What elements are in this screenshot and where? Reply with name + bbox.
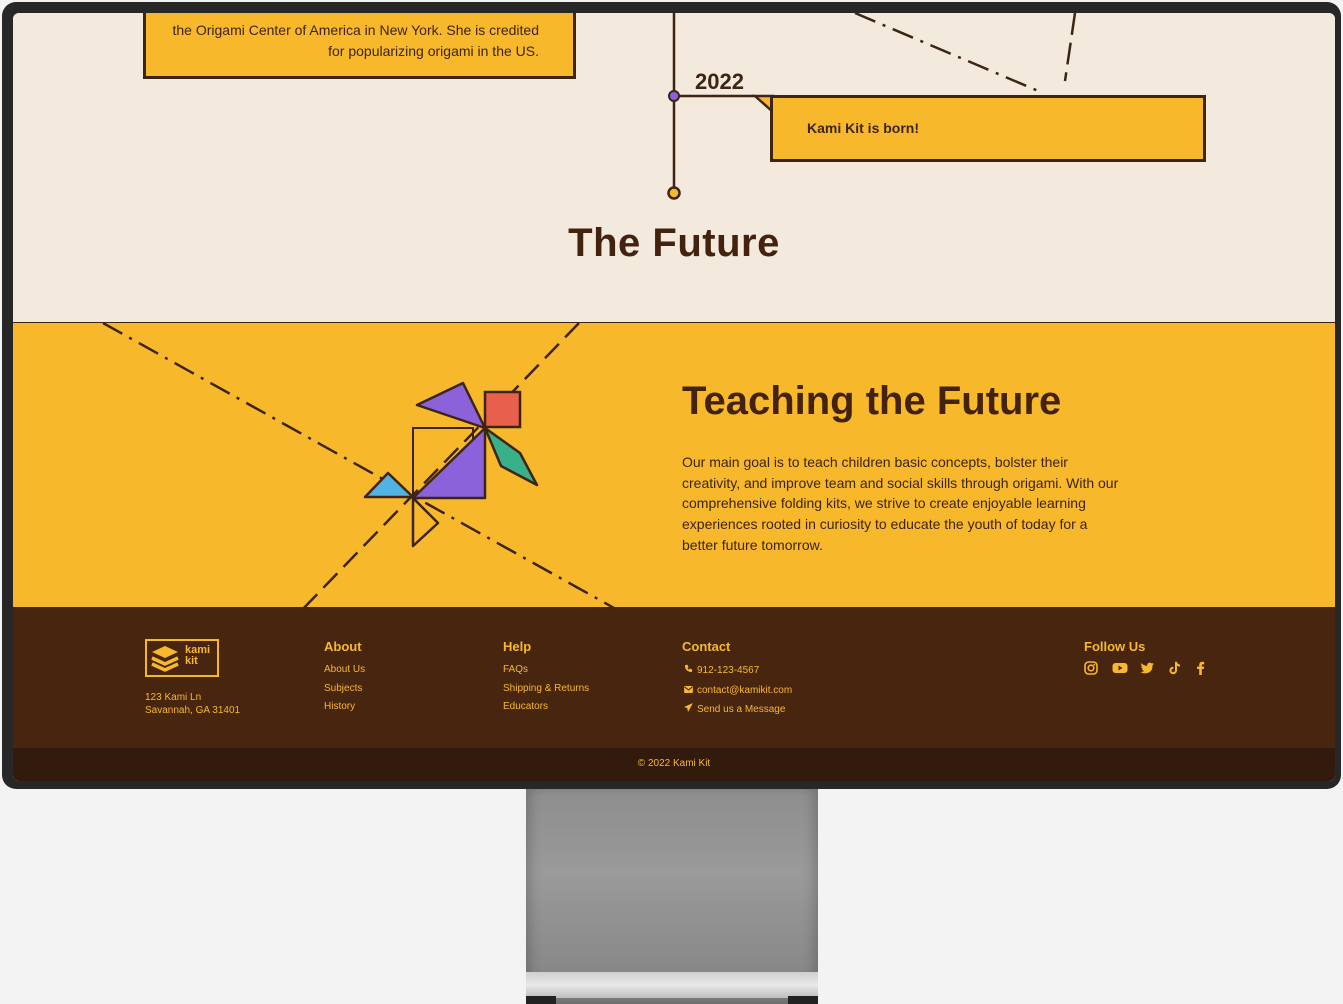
footer-follow-heading: Follow Us [1084,639,1146,654]
footer: kami kit 123 Kami Ln Savannah, GA 31401 … [13,607,1335,748]
footer-link-faqs[interactable]: FAQs [503,661,589,680]
footer-link-subjects[interactable]: Subjects [324,680,365,699]
address-line: 123 Kami Ln [145,692,202,703]
timeline-end-dot [667,186,681,200]
contact-phone-link[interactable]: 912-123-4567 [682,661,792,681]
monitor-foot-right [788,996,818,1004]
timeline-card-line: for popularizing origami in the US. [328,43,539,59]
contact-phone-text: 912-123-4567 [697,665,760,676]
tiktok-icon[interactable] [1168,661,1185,677]
timeline-card-2022: Kami Kit is born! [770,95,1206,162]
footer-contact-column: Contact 912-123-4567 contact@kamikit.com… [682,639,792,720]
instagram-icon[interactable] [1084,661,1101,677]
facebook-icon[interactable] [1196,661,1213,677]
footer-contact-heading: Contact [682,639,731,654]
contact-email-link[interactable]: contact@kamikit.com [682,681,792,701]
footer-about-heading: About [324,639,362,654]
layers-logo-icon [151,646,179,672]
address-line: Savannah, GA 31401 [145,705,241,716]
footer-help-column: Help FAQs Shipping & Returns Educators [503,639,589,717]
monitor-foot-left [526,996,556,1004]
footer-help-heading: Help [503,639,532,654]
footer-follow-column: Follow Us [1084,639,1145,661]
footer-link-about-us[interactable]: About Us [324,661,365,680]
timeline-card-text: Kami Kit is born! [807,120,920,136]
timeline-card-previous: the Origami Center of America in New Yor… [143,13,576,79]
timeline-card-line: the Origami Center of America in New Yor… [172,22,539,38]
future-heading: The Future [568,221,780,265]
footer-link-history[interactable]: History [324,698,365,717]
phone-icon [682,661,694,680]
monitor-stand-base [526,972,818,998]
twitter-icon[interactable] [1140,661,1157,677]
kami-kit-logo[interactable]: kami kit [145,639,219,677]
teaching-description: Our main goal is to teach children basic… [682,454,1119,553]
timeline-section: the Origami Center of America in New Yor… [13,13,1335,324]
footer-link-educators[interactable]: Educators [503,698,589,717]
contact-email-text: contact@kamikit.com [697,684,793,696]
timeline-dot [668,90,680,102]
social-icons [1084,661,1213,677]
teaching-heading: Teaching the Future [682,379,1062,423]
origami-bird-illustration [102,323,615,607]
footer-about-column: About About Us Subjects History [324,639,365,717]
address: 123 Kami Ln Savannah, GA 31401 [145,691,240,717]
youtube-icon[interactable] [1112,661,1129,677]
timeline-year: 2022 [695,69,744,94]
copyright-text: © 2022 Kami Kit [637,758,711,769]
copyright-bar: © 2022 Kami Kit [13,748,1335,781]
envelope-icon [682,681,694,700]
footer-link-shipping-returns[interactable]: Shipping & Returns [503,680,589,699]
contact-message-link[interactable]: Send us a Message [682,700,792,720]
teaching-section: Teaching the Future Our main goal is to … [13,323,1335,607]
logo-text-line2: kit [185,655,198,667]
monitor-bezel: the Origami Center of America in New Yor… [2,2,1341,789]
paper-plane-icon [682,700,694,719]
contact-message-text: Send us a Message [697,704,786,715]
screen: the Origami Center of America in New Yor… [13,13,1335,781]
